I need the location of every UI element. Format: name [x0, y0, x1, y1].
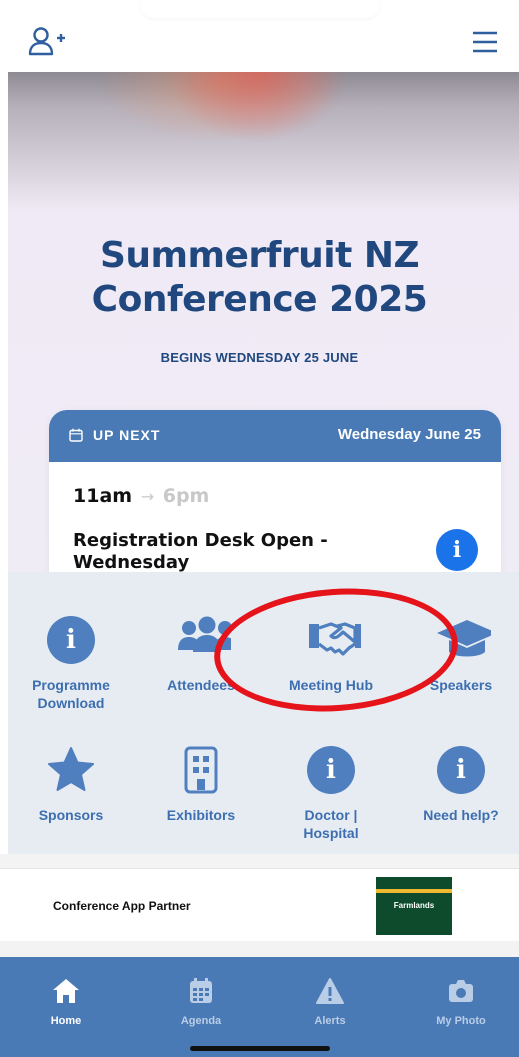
tile-exhibitors[interactable]: Exhibitors [146, 746, 256, 856]
tile-label: Attendees [167, 677, 235, 693]
bottom-tab-bar: Home Agenda Alerts My Photo [0, 957, 519, 1057]
section-divider [0, 854, 519, 868]
tab-label: Agenda [180, 1015, 222, 1027]
arrow-right-icon: → [140, 487, 155, 506]
event-end-time: 6pm [162, 485, 210, 507]
tile-label: Programme Download [32, 677, 110, 711]
tab-label: My Photo [436, 1015, 486, 1027]
graduation-cap-icon [437, 620, 491, 657]
tile-label: Exhibitors [166, 807, 236, 823]
home-indicator[interactable] [190, 1046, 330, 1051]
tile-label: Sponsors [38, 807, 104, 823]
calendar-icon [190, 978, 212, 1003]
logo-accent-bar [376, 889, 452, 893]
handshake-icon [309, 622, 361, 656]
alert-icon [316, 978, 344, 1004]
tab-label: Home [50, 1015, 82, 1027]
tile-attendees[interactable]: Attendees [146, 616, 256, 726]
tab-my-photo[interactable]: My Photo [411, 971, 511, 1041]
info-icon: i [47, 616, 95, 664]
tile-programme-download[interactable]: i Programme Download [16, 616, 126, 726]
conference-title-line2: Conference 2025 [91, 279, 428, 320]
tile-label: Need help? [423, 807, 499, 823]
status-notch [140, 0, 380, 18]
conference-title: Summerfruit NZ Conference 2025 [8, 234, 519, 322]
tile-sponsors[interactable]: Sponsors [16, 746, 126, 856]
event-time: 11am → 6pm [73, 485, 209, 507]
tab-agenda[interactable]: Agenda [151, 971, 251, 1041]
camera-icon [449, 980, 473, 1002]
up-next-date: Wednesday June 25 [337, 426, 481, 443]
calendar-icon [69, 428, 83, 442]
up-next-header: UP NEXT Wednesday June 25 [49, 410, 501, 462]
feature-grid: i Programme Download Attendees Meeting H… [8, 572, 519, 854]
tile-label: Meeting Hub [289, 677, 373, 693]
info-icon: i [307, 746, 355, 794]
menu-button[interactable] [470, 27, 500, 57]
conference-start-date: BEGINS WEDNESDAY 25 JUNE [160, 350, 359, 365]
tab-alerts[interactable]: Alerts [280, 971, 380, 1041]
partner-label: Conference App Partner [53, 899, 191, 913]
event-info-button[interactable]: i [436, 529, 478, 571]
conference-title-line1: Summerfruit NZ [99, 235, 420, 276]
hamburger-menu-icon [473, 31, 497, 53]
event-start-time: 11am [73, 485, 133, 507]
hero-photo [8, 72, 519, 212]
add-user-button[interactable] [28, 25, 68, 59]
top-bar [0, 0, 519, 80]
event-title: Registration Desk Open - Wednesday [73, 530, 328, 572]
tile-meeting-hub[interactable]: Meeting Hub [276, 616, 386, 726]
tabbar-spacer [0, 941, 519, 957]
star-icon [48, 747, 94, 791]
logo-text: Farmlands [393, 901, 435, 910]
people-icon [178, 616, 231, 652]
hero-banner: Summerfruit NZ Conference 2025 BEGINS WE… [8, 72, 519, 572]
tab-label: Alerts [314, 1015, 346, 1027]
info-icon: i [452, 537, 462, 563]
up-next-label: UP NEXT [93, 427, 161, 443]
up-next-card[interactable]: UP NEXT Wednesday June 25 11am → 6pm Reg… [49, 410, 501, 572]
farmlands-logo: Farmlands [376, 877, 452, 935]
tile-speakers[interactable]: Speakers [406, 616, 516, 726]
partner-banner[interactable]: Conference App Partner Farmlands [0, 868, 519, 942]
tile-doctor-hospital[interactable]: i Doctor | Hospital [276, 746, 386, 856]
tile-need-help[interactable]: i Need help? [406, 746, 516, 856]
home-icon [53, 979, 79, 1003]
tile-label: Doctor | Hospital [303, 807, 359, 841]
add-user-icon [28, 27, 65, 56]
info-icon: i [437, 746, 485, 794]
tab-home[interactable]: Home [16, 971, 116, 1041]
tile-label: Speakers [429, 677, 493, 693]
building-icon [184, 746, 218, 794]
